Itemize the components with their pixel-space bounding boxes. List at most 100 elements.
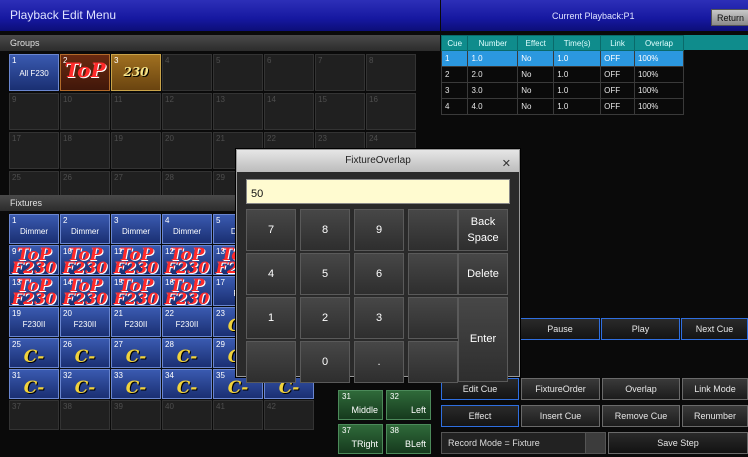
fixture-cell[interactable]: ToP F230 11	[111, 245, 161, 276]
next-cue-button[interactable]: Next Cue	[681, 318, 748, 340]
fixture-cell[interactable]: C-F23027	[111, 338, 161, 387]
table-row[interactable]: 1 1.0 No 1.0 OFF 100%	[440, 50, 685, 67]
fixture-cell[interactable]: 41	[213, 400, 263, 430]
fixture-cell[interactable]: 42	[264, 400, 314, 430]
table-row[interactable]: 3 3.0 No 1.0 OFF 100%	[440, 82, 685, 99]
effect-button[interactable]: Effect	[441, 405, 519, 427]
group-cell[interactable]: 17	[9, 132, 59, 169]
insert-cue-button[interactable]: Insert Cue	[521, 405, 600, 427]
fixture-cell[interactable]: Dimmer 3	[111, 214, 161, 244]
fixture-cell[interactable]: ToP F230 9	[9, 245, 59, 276]
keypad-key[interactable]: 0	[300, 341, 350, 383]
keypad-key[interactable]: 7	[246, 209, 296, 251]
fixture-cell[interactable]: 38	[60, 400, 110, 430]
group-cell[interactable]: 16	[366, 93, 416, 130]
table-row[interactable]: 4 4.0 No 1.0 OFF 100%	[440, 98, 685, 115]
table-row[interactable]: 2 2.0 No 1.0 OFF 100%	[440, 66, 685, 83]
fixture-cell[interactable]: C-F23026	[60, 338, 110, 387]
table-cell: 1.0	[467, 50, 519, 67]
dropdown-arrow-icon[interactable]	[585, 433, 605, 453]
record-mode-select[interactable]: Record Mode = Fixture	[441, 432, 606, 454]
keypad-blank-key[interactable]	[246, 341, 296, 383]
keypad-key[interactable]: .	[354, 341, 404, 383]
fixture-cell[interactable]: ToPF23013	[9, 276, 59, 307]
fixture-cell[interactable]: ToP F230 16	[162, 276, 212, 307]
keypad-key[interactable]: 3	[354, 297, 404, 339]
group-cell[interactable]: 8	[366, 54, 416, 91]
delete-key[interactable]: Delete	[458, 253, 508, 295]
group-cell[interactable]: 3 230	[111, 54, 161, 91]
group-cell[interactable]: 12	[162, 93, 212, 130]
fixture-cell[interactable]: C-F23031	[9, 369, 59, 418]
fixture-order-button[interactable]: FixtureOrder	[521, 378, 600, 400]
fixture-cell[interactable]: C-F23025	[9, 338, 59, 387]
position-cell[interactable]: 38 BLeft	[386, 424, 431, 454]
fixture-cell[interactable]: F230II 20	[60, 307, 110, 337]
overlap-button[interactable]: Overlap	[602, 378, 680, 400]
return-button[interactable]: Return	[711, 9, 748, 26]
keypad-blank-key[interactable]	[408, 341, 458, 383]
group-cell[interactable]: 11	[111, 93, 161, 130]
fixture-cell[interactable]: F230II 21	[111, 307, 161, 337]
keypad-blank-key[interactable]	[408, 297, 458, 339]
overlap-value-input[interactable]	[246, 179, 510, 204]
group-cell[interactable]: 15	[315, 93, 365, 130]
fixture-cell-number: 42	[267, 402, 276, 411]
enter-key[interactable]: Enter	[458, 297, 508, 382]
cue-table-header-filler	[684, 35, 748, 50]
group-cell[interactable]: 7	[315, 54, 365, 91]
group-cell[interactable]: 13	[213, 93, 263, 130]
group-cell[interactable]: 5	[213, 54, 263, 91]
keypad-key[interactable]: 1	[246, 297, 296, 339]
group-cell[interactable]: 10	[60, 93, 110, 130]
fixture-cell[interactable]: 37	[9, 400, 59, 430]
position-cell[interactable]: 32 Left	[386, 390, 431, 420]
fixture-cell[interactable]: 40	[162, 400, 212, 430]
renumber-button[interactable]: Renumber	[682, 405, 748, 427]
fixture-cell[interactable]: C-F23028	[162, 338, 212, 387]
backspace-key[interactable]: Back Space	[458, 209, 508, 251]
group-cell[interactable]: 20	[162, 132, 212, 169]
group-cell[interactable]: 2 ToP	[60, 54, 110, 91]
group-cell[interactable]: 19	[111, 132, 161, 169]
group-cell[interactable]: 4	[162, 54, 212, 91]
keypad-key[interactable]: 6	[354, 253, 404, 295]
fixture-cell[interactable]: C-F23032	[60, 369, 110, 418]
fixture-cell[interactable]: F230II 22	[162, 307, 212, 337]
fixture-cell[interactable]: ToP F230 14	[60, 276, 110, 307]
pause-button[interactable]: Pause	[520, 318, 600, 340]
save-step-button[interactable]: Save Step	[608, 432, 748, 454]
fixture-cell[interactable]: ToP F230 12	[162, 245, 212, 276]
fixture-cell[interactable]: 39	[111, 400, 161, 430]
fixture-cell[interactable]: F230II 19	[9, 307, 59, 337]
close-icon[interactable]: ✕	[502, 153, 511, 175]
keypad-key[interactable]: 9	[354, 209, 404, 251]
fixture-cell[interactable]: C-F23034	[162, 369, 212, 418]
fixture-cell-number: 26	[63, 340, 72, 349]
fixture-cell[interactable]: Dimmer 1	[9, 214, 59, 244]
keypad-key[interactable]: 5	[300, 253, 350, 295]
fixture-cell[interactable]: C-F23033	[111, 369, 161, 418]
group-cell[interactable]: 18	[60, 132, 110, 169]
group-cell[interactable]: 14	[264, 93, 314, 130]
fixture-cell[interactable]: Dimmer 4	[162, 214, 212, 244]
link-mode-button[interactable]: Link Mode	[682, 378, 748, 400]
play-button[interactable]: Play	[601, 318, 680, 340]
fixture-cell[interactable]: ToP F230 10	[60, 245, 110, 276]
keypad-key[interactable]: 2	[300, 297, 350, 339]
position-cell[interactable]: 37 TRight	[338, 424, 383, 454]
keypad-key[interactable]: 8	[300, 209, 350, 251]
current-playback-label: Current Playback:P1	[552, 11, 635, 21]
group-cell[interactable]: 6	[264, 54, 314, 91]
fixture-cell[interactable]: Dimmer 2	[60, 214, 110, 244]
keypad-key[interactable]: 4	[246, 253, 296, 295]
group-cell[interactable]: 1 All F230	[9, 54, 59, 91]
keypad-blank-key[interactable]	[408, 209, 458, 251]
group-cell[interactable]: 9	[9, 93, 59, 130]
remove-cue-button[interactable]: Remove Cue	[602, 405, 680, 427]
keypad-blank-key[interactable]	[408, 253, 458, 295]
position-cell[interactable]: 31 Middle	[338, 390, 383, 420]
group-cell-number: 21	[216, 134, 225, 143]
fixture-cell[interactable]: ToP F230 15	[111, 276, 161, 307]
window-title: Playback Edit Menu	[10, 8, 117, 22]
